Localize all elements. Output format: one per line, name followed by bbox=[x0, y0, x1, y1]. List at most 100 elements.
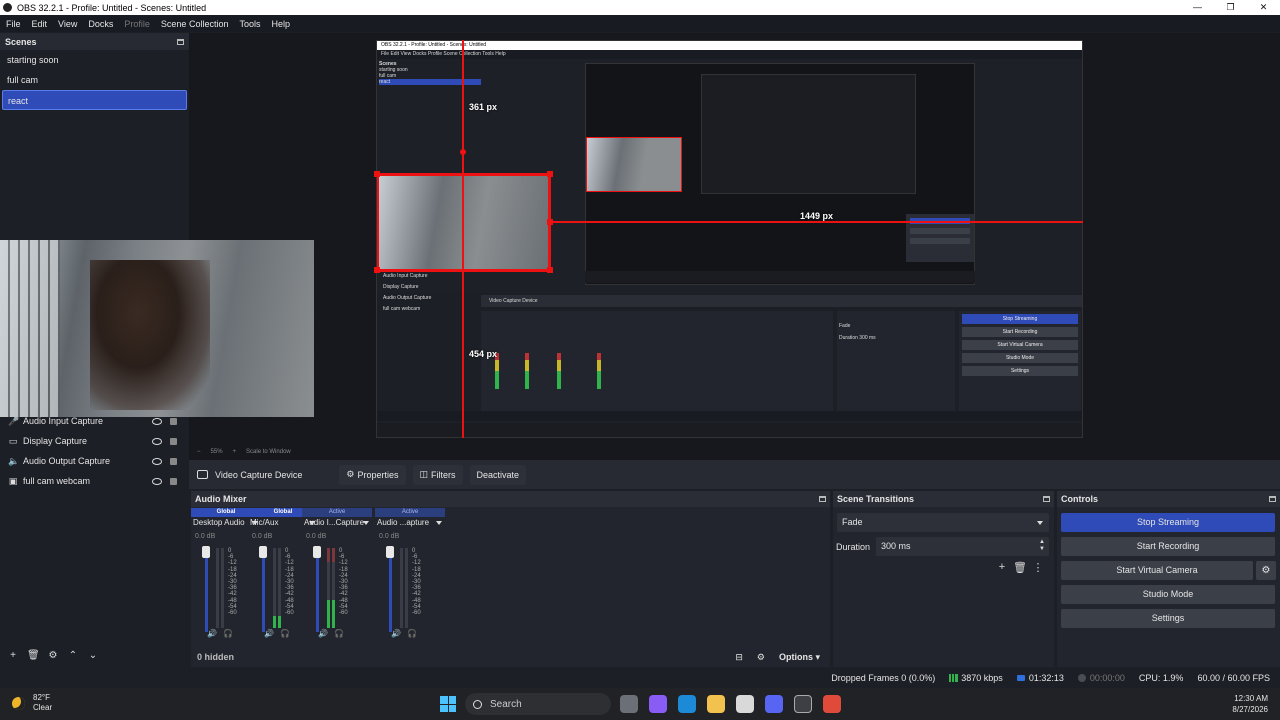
start-virtual-camera-button[interactable]: Start Virtual Camera bbox=[1061, 561, 1253, 580]
edge-icon[interactable] bbox=[678, 695, 696, 713]
zoom-in-button[interactable]: + bbox=[233, 449, 237, 455]
webcam-feed[interactable] bbox=[0, 240, 314, 417]
file-explorer-icon[interactable] bbox=[707, 695, 725, 713]
mute-speaker-icon[interactable]: 🔊 bbox=[318, 629, 328, 638]
virtual-camera-settings-gear-icon[interactable]: ⚙ bbox=[1256, 561, 1276, 580]
filters-button[interactable]: ◫ Filters bbox=[412, 464, 463, 485]
start-recording-button[interactable]: Start Recording bbox=[1061, 537, 1275, 556]
remove-transition-icon[interactable]: 🗑 bbox=[1011, 561, 1029, 574]
visibility-eye-icon[interactable] bbox=[152, 457, 162, 465]
scene-item-full-cam[interactable]: full cam bbox=[0, 70, 189, 90]
lock-icon[interactable] bbox=[170, 437, 177, 445]
source-item-full-cam-webcam[interactable]: ▣ full cam webcam bbox=[0, 471, 189, 491]
undock-icon[interactable] bbox=[1043, 496, 1050, 502]
level-meter bbox=[273, 548, 276, 628]
volume-fader-knob[interactable] bbox=[386, 546, 394, 558]
volume-fader-track[interactable] bbox=[389, 554, 392, 632]
source-item-audio-output[interactable]: 🔈 Audio Output Capture bbox=[0, 451, 189, 471]
volume-fader-knob[interactable] bbox=[202, 546, 210, 558]
windows-start-icon[interactable] bbox=[440, 696, 456, 712]
remove-source-icon[interactable]: 🗑 bbox=[27, 650, 40, 661]
resize-handle[interactable] bbox=[547, 171, 553, 177]
resize-handle[interactable] bbox=[547, 219, 553, 225]
menu-tools[interactable]: Tools bbox=[239, 19, 260, 29]
duration-spinbox[interactable]: 300 ms ▲ ▼ bbox=[876, 537, 1049, 556]
duration-label: Duration bbox=[836, 542, 871, 552]
copilot-icon[interactable] bbox=[649, 695, 667, 713]
lock-icon[interactable] bbox=[170, 457, 177, 465]
system-clock[interactable]: 12:30 AM 8/27/2026 bbox=[1232, 693, 1268, 715]
channel-menu-caret-icon[interactable] bbox=[363, 521, 369, 525]
resize-handle[interactable] bbox=[374, 267, 380, 273]
close-button[interactable]: ✕ bbox=[1247, 0, 1280, 15]
move-down-icon[interactable]: ⌄ bbox=[87, 650, 99, 661]
mute-speaker-icon[interactable]: 🔊 bbox=[264, 629, 274, 638]
level-meter bbox=[216, 548, 219, 628]
zoom-out-button[interactable]: − bbox=[197, 449, 201, 455]
obs-icon[interactable] bbox=[794, 695, 812, 713]
scene-item-starting-soon[interactable]: starting soon bbox=[0, 50, 189, 70]
monitor-headphones-icon[interactable]: 🎧 bbox=[280, 629, 290, 638]
volume-fader-knob[interactable] bbox=[313, 546, 321, 558]
maximize-button[interactable]: ❐ bbox=[1214, 0, 1247, 15]
more-options-icon[interactable]: ⋮ bbox=[1029, 561, 1047, 574]
mixer-options-button[interactable]: Options ▾ bbox=[779, 652, 820, 663]
undock-icon[interactable] bbox=[177, 38, 184, 45]
mute-speaker-icon[interactable]: 🔊 bbox=[207, 629, 217, 638]
visibility-eye-icon[interactable] bbox=[152, 437, 162, 445]
scene-item-react[interactable]: react bbox=[2, 90, 187, 110]
move-up-icon[interactable]: ⌃ bbox=[67, 650, 79, 661]
resize-handle[interactable] bbox=[547, 267, 553, 273]
source-settings-gear-icon[interactable]: ⚙ bbox=[47, 650, 59, 661]
taskbar-search[interactable]: Search bbox=[465, 693, 611, 715]
mute-speaker-icon[interactable]: 🔊 bbox=[391, 629, 401, 638]
studio-mode-button[interactable]: Studio Mode bbox=[1061, 585, 1275, 604]
visibility-eye-icon[interactable] bbox=[152, 417, 162, 425]
stop-streaming-button[interactable]: Stop Streaming bbox=[1061, 513, 1275, 532]
transition-select[interactable]: Fade bbox=[837, 513, 1049, 532]
volume-fader-track[interactable] bbox=[205, 554, 208, 632]
menu-file[interactable]: File bbox=[6, 19, 21, 29]
transitions-title: Scene Transitions bbox=[837, 494, 915, 504]
source-item-display-capture[interactable]: ▭ Display Capture bbox=[0, 431, 189, 451]
add-source-icon[interactable]: + bbox=[7, 650, 19, 661]
visibility-eye-icon[interactable] bbox=[152, 477, 162, 485]
minimize-button[interactable]: — bbox=[1181, 0, 1214, 15]
add-transition-icon[interactable]: + bbox=[993, 561, 1011, 574]
lock-icon[interactable] bbox=[170, 417, 177, 425]
monitor-headphones-icon[interactable]: 🎧 bbox=[334, 629, 344, 638]
deactivate-button[interactable]: Deactivate bbox=[469, 464, 527, 485]
chrome-icon[interactable] bbox=[823, 695, 841, 713]
meter-scale-tick: -42 bbox=[228, 591, 237, 598]
task-view-icon[interactable] bbox=[620, 695, 638, 713]
menu-edit[interactable]: Edit bbox=[32, 19, 48, 29]
menu-help[interactable]: Help bbox=[271, 19, 290, 29]
volume-fader-track[interactable] bbox=[316, 554, 319, 632]
monitor-headphones-icon[interactable]: 🎧 bbox=[223, 629, 233, 638]
lock-icon[interactable] bbox=[170, 477, 177, 485]
menu-view[interactable]: View bbox=[58, 19, 77, 29]
monitor-icon: ▭ bbox=[8, 436, 18, 446]
rotation-handle[interactable] bbox=[460, 149, 466, 155]
resize-handle[interactable] bbox=[374, 171, 380, 177]
menu-docks[interactable]: Docks bbox=[88, 19, 113, 29]
properties-button[interactable]: ⚙ Properties bbox=[339, 464, 406, 485]
undock-icon[interactable] bbox=[819, 496, 826, 502]
weather-widget[interactable]: 82°F Clear bbox=[12, 693, 52, 713]
nested-display-capture[interactable]: OBS 32.2.1 - Profile: Untitled - Scenes:… bbox=[376, 40, 1083, 438]
settings-button[interactable]: Settings bbox=[1061, 609, 1275, 628]
menu-scene-collection[interactable]: Scene Collection bbox=[161, 19, 229, 29]
undock-icon[interactable] bbox=[1269, 496, 1276, 502]
menu-profile[interactable]: Profile bbox=[124, 19, 150, 29]
store-icon[interactable] bbox=[736, 695, 754, 713]
volume-fader-knob[interactable] bbox=[259, 546, 267, 558]
layout-toggle-icon[interactable]: ⊟ bbox=[735, 652, 743, 663]
monitor-headphones-icon[interactable]: 🎧 bbox=[407, 629, 417, 638]
advanced-audio-icon[interactable]: ⚙ bbox=[757, 652, 765, 663]
level-meter-fill bbox=[278, 616, 281, 628]
scale-mode-select[interactable]: Scale to Window bbox=[246, 449, 291, 455]
volume-fader-track[interactable] bbox=[262, 554, 265, 632]
discord-icon[interactable] bbox=[765, 695, 783, 713]
spinner-arrows-icon[interactable]: ▲ ▼ bbox=[1039, 539, 1045, 553]
channel-menu-caret-icon[interactable] bbox=[436, 521, 442, 525]
